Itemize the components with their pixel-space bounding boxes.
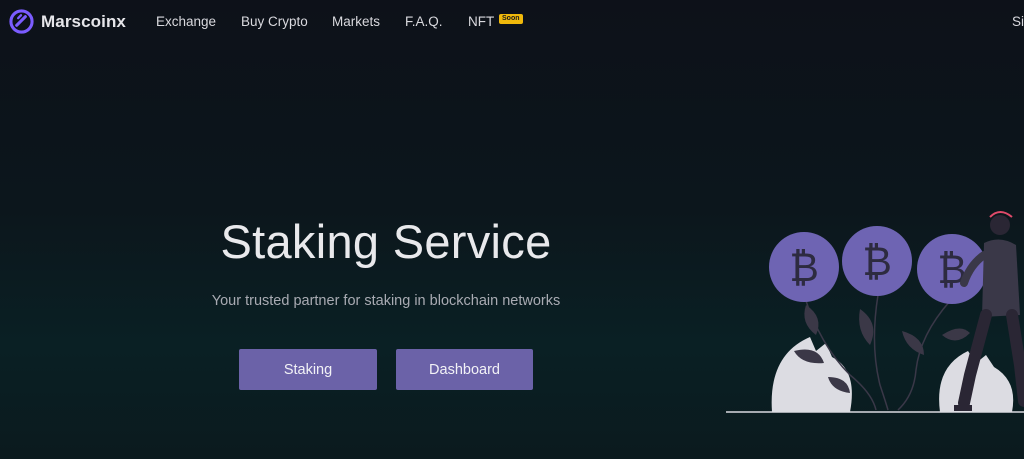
marscoinx-logo-icon [9, 9, 34, 34]
nav-faq[interactable]: F.A.Q. [405, 14, 443, 29]
leaf-3 [859, 309, 874, 345]
dashboard-button[interactable]: Dashboard [396, 349, 533, 390]
staking-button[interactable]: Staking [239, 349, 377, 390]
bitcoin-symbol-icon: ₿ [789, 245, 819, 291]
bitcoin-coin-1: ₿ [769, 232, 839, 302]
leaf-1 [804, 305, 819, 335]
nav-markets[interactable]: Markets [332, 14, 380, 29]
hero-title: Staking Service [220, 215, 552, 268]
bitcoin-symbol-icon: ₿ [862, 239, 892, 285]
nft-soon-badge: Soon [499, 14, 523, 24]
hero-subtitle: Your trusted partner for staking in bloc… [211, 293, 561, 309]
bitcoin-coin-3: ₿ [917, 234, 987, 304]
brand-logo-link[interactable]: Marscoinx [9, 9, 126, 34]
nav-buy-crypto[interactable]: Buy Crypto [241, 14, 308, 29]
brand-name: Marscoinx [41, 11, 126, 31]
nav-sign-in[interactable]: Si [1012, 14, 1024, 29]
leaf-4 [902, 331, 924, 355]
egg-shell-left [771, 337, 852, 412]
nav-nft[interactable]: NFT [468, 14, 494, 29]
bitcoin-coin-2: ₿ [842, 226, 912, 296]
nav-exchange[interactable]: Exchange [156, 14, 216, 29]
top-navbar: Marscoinx Exchange Buy Crypto Markets F.… [0, 0, 1024, 44]
leaf-5 [942, 328, 970, 341]
staking-illustration: ₿ ₿ ₿ [726, 211, 1024, 413]
stem-2 [873, 294, 889, 411]
